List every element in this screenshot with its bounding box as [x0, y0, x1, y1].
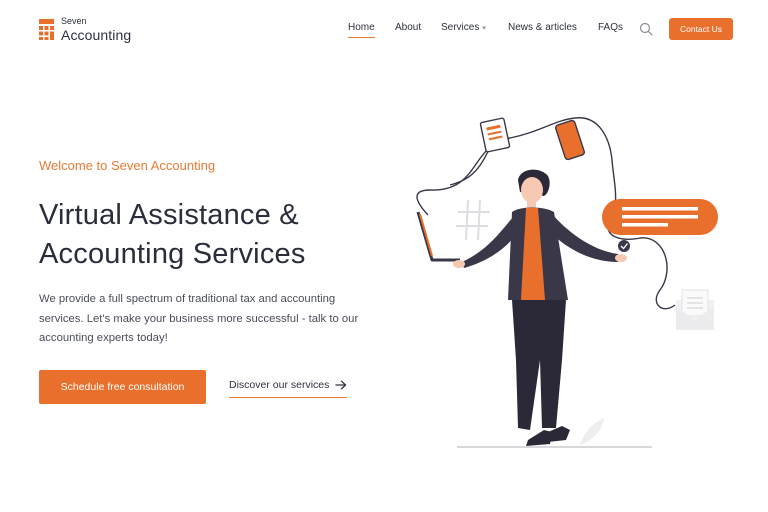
hashtag-decoration	[456, 199, 490, 241]
document-card	[479, 117, 511, 153]
nav-item-services-label: Services	[441, 22, 480, 33]
discover-services-label: Discover our services	[229, 379, 330, 391]
site-header: Seven Accounting Home About Services ▾ Ne…	[0, 0, 768, 60]
hero-title-line-2: Accounting Services	[39, 238, 306, 270]
hero-description: We provide a full spectrum of traditiona…	[39, 293, 359, 344]
nav-item-services[interactable]: Services ▾	[441, 22, 486, 33]
envelope-decoration	[676, 289, 714, 330]
laptop-device	[416, 211, 460, 262]
contact-us-button[interactable]: Contact Us	[669, 18, 733, 40]
nav-item-home[interactable]: Home	[348, 22, 375, 38]
search-icon[interactable]	[639, 22, 653, 36]
arrow-right-icon	[335, 380, 347, 390]
schedule-consultation-button[interactable]: Schedule free consultation	[39, 370, 206, 404]
phone-device	[555, 119, 585, 161]
chevron-down-icon: ▾	[482, 25, 486, 32]
nav-item-news[interactable]: News & articles	[508, 22, 577, 33]
discover-services-link[interactable]: Discover our services	[229, 379, 348, 398]
hero-title: Virtual Assistance & Accounting Services	[39, 196, 379, 274]
nav-item-faqs[interactable]: FAQs	[598, 22, 623, 33]
hero-title-line-1: Virtual Assistance &	[39, 199, 299, 231]
hero-eyebrow: Welcome to Seven Accounting	[39, 158, 216, 173]
chat-bubble	[602, 199, 718, 252]
person-juggling-devices-illustration	[416, 117, 718, 448]
nav-item-about[interactable]: About	[395, 22, 421, 33]
